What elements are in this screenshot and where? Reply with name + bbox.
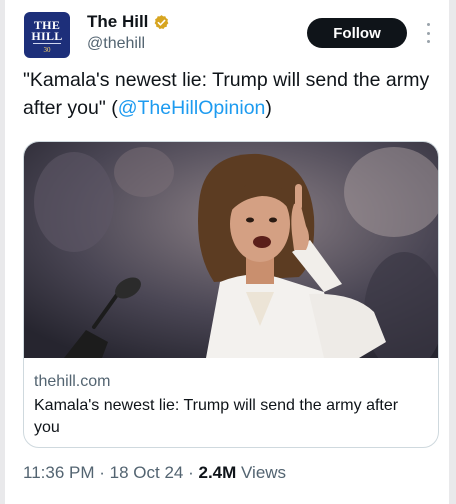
more-dot <box>426 31 430 35</box>
more-options-icon[interactable] <box>421 20 435 46</box>
handle[interactable]: @thehill <box>87 34 170 54</box>
display-name[interactable]: The Hill <box>87 12 148 32</box>
meta-separator: · <box>99 463 110 482</box>
views-label: Views <box>241 463 287 482</box>
views-count: 2.4M <box>198 463 237 482</box>
logo-line-2: HILL <box>31 29 63 43</box>
avatar[interactable]: THE HILL 30 <box>24 12 70 58</box>
card-image[interactable] <box>24 142 438 358</box>
tweet-time[interactable]: 11:36 PM <box>23 463 95 482</box>
more-dot <box>426 23 430 26</box>
follow-button[interactable]: Follow <box>307 18 407 48</box>
logo-divider <box>33 43 61 44</box>
more-dot <box>426 40 430 43</box>
card-domain[interactable]: thehill.com <box>34 372 110 392</box>
tweet-card: THE HILL 30 The Hill @thehill Follow "Ka… <box>5 0 449 504</box>
tweet-header: THE HILL 30 The Hill @thehill Follow <box>19 10 435 60</box>
tweet-meta: 11:36 PM · 18 Oct 24 · 2.4M Views <box>23 462 286 484</box>
display-name-row[interactable]: The Hill <box>87 12 170 32</box>
tweet-text: "Kamala's newest lie: Trump will send th… <box>23 66 431 122</box>
tweet-date[interactable]: 18 Oct 24 <box>110 463 184 482</box>
meta-separator: · <box>188 463 199 482</box>
mention-link[interactable]: @TheHillOpinion <box>118 97 266 119</box>
verified-badge-icon <box>155 14 169 29</box>
account-names: The Hill @thehill <box>87 12 170 54</box>
logo-sub: 30 <box>43 46 51 54</box>
card-title[interactable]: Kamala's newest lie: Trump will send the… <box>34 395 424 439</box>
link-card[interactable]: thehill.com Kamala's newest lie: Trump w… <box>23 141 439 448</box>
tweet-text-end: ) <box>265 97 272 119</box>
